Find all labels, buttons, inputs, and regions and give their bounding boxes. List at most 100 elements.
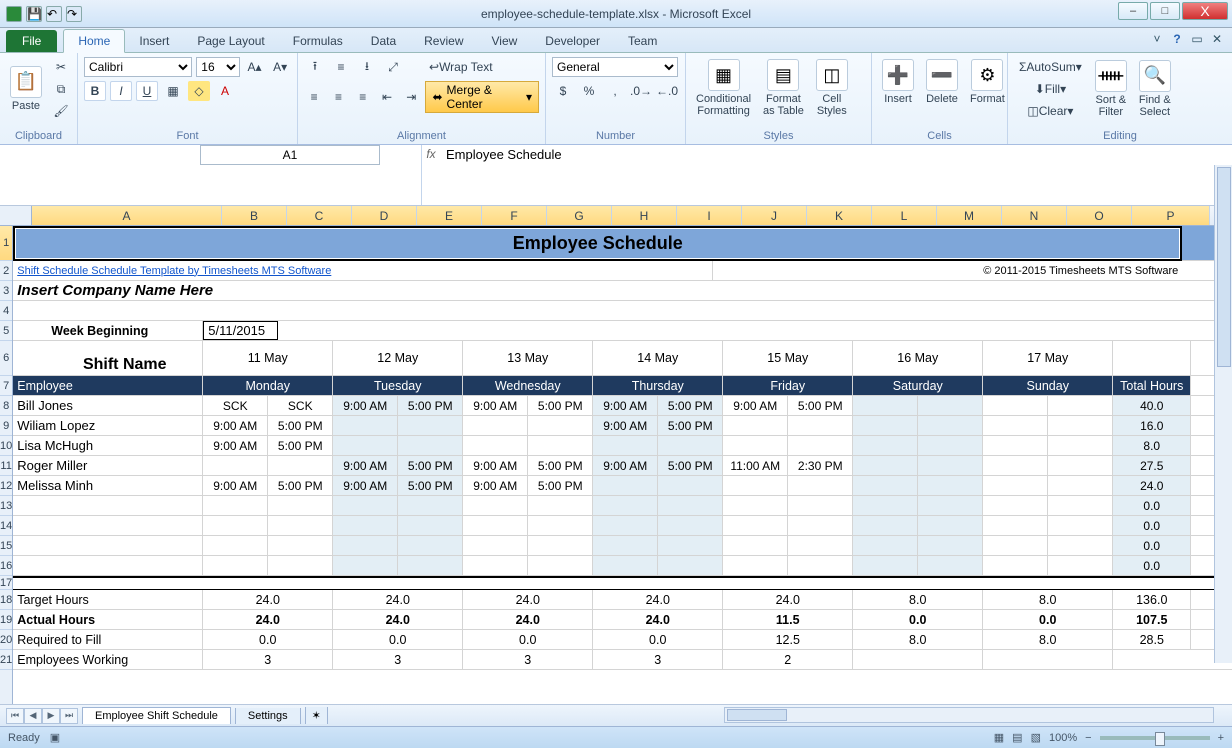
orientation-icon[interactable]: ⤢ (382, 57, 404, 77)
shift-cell[interactable] (723, 536, 788, 555)
shift-cell[interactable]: 5:00 PM (268, 476, 333, 495)
shift-cell[interactable] (268, 536, 333, 555)
shift-cell[interactable] (528, 496, 593, 515)
employee-name[interactable]: Bill Jones (13, 396, 203, 415)
vertical-scrollbar[interactable] (1214, 165, 1232, 663)
shift-cell[interactable] (528, 556, 593, 575)
shift-cell[interactable] (658, 476, 723, 495)
fill-color-icon[interactable]: ◇ (188, 81, 210, 101)
shift-cell[interactable] (333, 416, 398, 435)
shift-cell[interactable] (788, 556, 853, 575)
shift-cell[interactable] (398, 416, 463, 435)
shift-cell[interactable] (333, 556, 398, 575)
shift-cell[interactable] (268, 496, 333, 515)
font-color-icon[interactable]: A (214, 81, 236, 101)
col-header-H[interactable]: H (612, 206, 677, 225)
shift-cell[interactable]: 2:30 PM (788, 456, 853, 475)
employee-name[interactable]: Wiliam Lopez (13, 416, 203, 435)
macro-record-icon[interactable]: ▣ (50, 731, 60, 744)
view-break-icon[interactable]: ▧ (1031, 731, 1041, 744)
shift-cell[interactable]: 9:00 AM (333, 456, 398, 475)
increase-indent-icon[interactable]: ⇥ (401, 87, 421, 107)
sheet-tab-settings[interactable]: Settings (235, 708, 301, 724)
shift-cell[interactable]: 5:00 PM (658, 456, 723, 475)
shift-cell[interactable] (463, 436, 528, 455)
shift-cell[interactable]: 9:00 AM (333, 476, 398, 495)
format-cells-button[interactable]: ⚙Format (966, 57, 1009, 107)
shift-cell[interactable] (723, 436, 788, 455)
shift-cell[interactable] (398, 556, 463, 575)
first-sheet-icon[interactable]: ⏮ (6, 708, 24, 724)
col-header-K[interactable]: K (807, 206, 872, 225)
zoom-slider[interactable] (1100, 736, 1210, 740)
sheet-title[interactable]: Employee Schedule (13, 226, 1182, 260)
col-header-O[interactable]: O (1067, 206, 1132, 225)
row-header-10[interactable]: 10 (0, 436, 12, 456)
col-header-I[interactable]: I (677, 206, 742, 225)
shift-cell[interactable] (853, 556, 918, 575)
col-header-A[interactable]: A (32, 206, 222, 225)
shift-cell[interactable] (528, 536, 593, 555)
view-normal-icon[interactable]: ▦ (994, 731, 1004, 744)
shift-cell[interactable] (723, 516, 788, 535)
shift-cell[interactable] (853, 416, 918, 435)
maximize-button[interactable]: □ (1150, 2, 1180, 20)
shift-cell[interactable] (853, 436, 918, 455)
shift-cell[interactable]: 5:00 PM (528, 456, 593, 475)
minimize-button[interactable]: – (1118, 2, 1148, 20)
italic-button[interactable]: I (110, 81, 132, 101)
shift-cell[interactable] (658, 436, 723, 455)
shift-cell[interactable]: 5:00 PM (528, 396, 593, 415)
row-header-7[interactable]: 7 (0, 376, 12, 396)
shift-cell[interactable] (528, 516, 593, 535)
shift-cell[interactable]: 11:00 AM (723, 456, 788, 475)
shift-cell[interactable]: 5:00 PM (658, 416, 723, 435)
percent-icon[interactable]: % (578, 81, 600, 101)
shift-cell[interactable]: 5:00 PM (398, 476, 463, 495)
col-header-N[interactable]: N (1002, 206, 1067, 225)
col-header-J[interactable]: J (742, 206, 807, 225)
employee-name[interactable] (13, 516, 203, 535)
employee-name[interactable]: Melissa Minh (13, 476, 203, 495)
shift-cell[interactable]: 9:00 AM (463, 396, 528, 415)
tab-review[interactable]: Review (410, 30, 477, 52)
row-header-1[interactable]: 1 (0, 226, 12, 261)
col-header-L[interactable]: L (872, 206, 937, 225)
shift-cell[interactable] (1048, 436, 1113, 455)
shift-cell[interactable] (658, 496, 723, 515)
row-header-3[interactable]: 3 (0, 281, 12, 301)
zoom-out-icon[interactable]: − (1085, 732, 1091, 744)
clear-button[interactable]: ◫ Clear ▾ (1014, 101, 1087, 121)
align-right-icon[interactable]: ≡ (353, 87, 373, 107)
next-sheet-icon[interactable]: ▶ (42, 708, 60, 724)
shift-cell[interactable] (723, 416, 788, 435)
shift-cell[interactable] (853, 496, 918, 515)
shift-cell[interactable] (918, 456, 983, 475)
shift-cell[interactable]: 9:00 AM (463, 476, 528, 495)
sort-filter-button[interactable]: ᚔSort & Filter (1091, 58, 1131, 120)
align-left-icon[interactable]: ≡ (304, 87, 324, 107)
shift-cell[interactable] (333, 516, 398, 535)
shift-cell[interactable] (853, 536, 918, 555)
col-header-E[interactable]: E (417, 206, 482, 225)
shift-cell[interactable] (333, 496, 398, 515)
underline-button[interactable]: U (136, 81, 158, 101)
shift-cell[interactable] (918, 496, 983, 515)
format-painter-icon[interactable]: 🖌 (50, 101, 72, 121)
sheet-tab-active[interactable]: Employee Shift Schedule (82, 707, 231, 724)
shift-cell[interactable] (918, 396, 983, 415)
find-select-button[interactable]: 🔍Find & Select (1135, 58, 1175, 120)
shift-cell[interactable] (1048, 536, 1113, 555)
conditional-formatting-button[interactable]: ▦Conditional Formatting (692, 57, 755, 119)
shift-cell[interactable] (788, 476, 853, 495)
shift-cell[interactable] (788, 516, 853, 535)
shift-cell[interactable] (593, 476, 658, 495)
row-header-6[interactable]: 6 (0, 341, 12, 376)
shift-cell[interactable]: 9:00 AM (593, 416, 658, 435)
shift-cell[interactable] (658, 536, 723, 555)
col-header-F[interactable]: F (482, 206, 547, 225)
tab-home[interactable]: Home (63, 29, 125, 53)
shift-cell[interactable] (658, 516, 723, 535)
shift-cell[interactable] (1048, 556, 1113, 575)
employee-name[interactable] (13, 536, 203, 555)
